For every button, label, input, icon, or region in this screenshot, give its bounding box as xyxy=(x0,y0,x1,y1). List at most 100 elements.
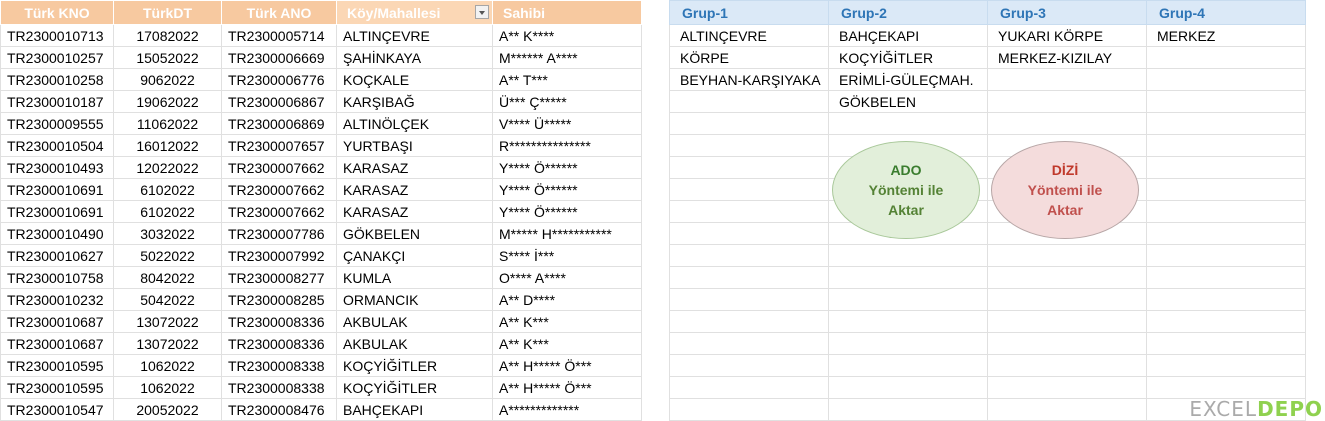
group-cell[interactable] xyxy=(669,134,829,157)
table-cell[interactable]: KOÇKALE xyxy=(336,68,493,91)
table-cell[interactable]: KOÇYİĞİTLER xyxy=(336,354,493,377)
table-cell[interactable]: TR2300009555 xyxy=(0,112,114,135)
group-cell[interactable] xyxy=(987,112,1147,135)
table-cell[interactable]: TR2300010232 xyxy=(0,288,114,311)
table-cell[interactable]: KARASAZ xyxy=(336,200,493,223)
table-cell[interactable]: A** K*** xyxy=(492,310,642,333)
group-cell[interactable]: BAHÇEKAPI xyxy=(828,24,988,47)
table-cell[interactable]: TR2300010257 xyxy=(0,46,114,69)
table-cell[interactable]: TR2300006869 xyxy=(221,112,337,135)
table-cell[interactable]: 13072022 xyxy=(113,332,222,355)
table-cell[interactable]: ORMANCIK xyxy=(336,288,493,311)
table-cell[interactable]: 5042022 xyxy=(113,288,222,311)
table-cell[interactable]: 9062022 xyxy=(113,68,222,91)
table-cell[interactable]: KARASAZ xyxy=(336,178,493,201)
group-cell[interactable] xyxy=(987,354,1147,377)
table-cell[interactable]: YURTBAŞI xyxy=(336,134,493,157)
group-cell[interactable] xyxy=(1146,222,1306,245)
group-cell[interactable] xyxy=(987,398,1147,421)
header-grup-4[interactable]: Grup-4 xyxy=(1146,0,1306,25)
group-cell[interactable] xyxy=(987,376,1147,399)
table-cell[interactable]: TR2300007992 xyxy=(221,244,337,267)
group-cell[interactable] xyxy=(828,332,988,355)
group-cell[interactable]: YUKARI KÖRPE xyxy=(987,24,1147,47)
table-cell[interactable]: TR2300010595 xyxy=(0,376,114,399)
table-cell[interactable]: TR2300010691 xyxy=(0,178,114,201)
header-grup-2[interactable]: Grup-2 xyxy=(828,0,988,25)
ado-transfer-button[interactable]: ADO Yöntemi ile Aktar xyxy=(832,141,980,239)
group-cell[interactable] xyxy=(828,266,988,289)
table-cell[interactable]: TR2300008476 xyxy=(221,398,337,421)
table-cell[interactable]: TR2300010258 xyxy=(0,68,114,91)
table-cell[interactable]: 6102022 xyxy=(113,200,222,223)
table-cell[interactable]: A** H***** Ö*** xyxy=(492,376,642,399)
table-cell[interactable]: 5022022 xyxy=(113,244,222,267)
group-cell[interactable] xyxy=(1146,244,1306,267)
table-cell[interactable]: TR2300010187 xyxy=(0,90,114,113)
table-cell[interactable]: ALTINÇEVRE xyxy=(336,24,493,47)
table-cell[interactable]: 11062022 xyxy=(113,112,222,135)
group-cell[interactable] xyxy=(828,376,988,399)
table-cell[interactable]: A** D**** xyxy=(492,288,642,311)
group-cell[interactable]: ERİMLİ-GÜLEÇMAH. xyxy=(828,68,988,91)
group-cell[interactable] xyxy=(828,288,988,311)
group-cell[interactable]: MERKEZ xyxy=(1146,24,1306,47)
group-cell[interactable]: ALTINÇEVRE xyxy=(669,24,829,47)
table-cell[interactable]: TR2300006867 xyxy=(221,90,337,113)
table-cell[interactable]: R*************** xyxy=(492,134,642,157)
group-cell[interactable] xyxy=(669,332,829,355)
table-cell[interactable]: TR2300008338 xyxy=(221,354,337,377)
table-cell[interactable]: TR2300008336 xyxy=(221,310,337,333)
table-cell[interactable]: 19062022 xyxy=(113,90,222,113)
group-cell[interactable] xyxy=(669,244,829,267)
header-turk-kno[interactable]: Türk KNO xyxy=(0,0,114,25)
table-cell[interactable]: TR2300005714 xyxy=(221,24,337,47)
dizi-transfer-button[interactable]: DİZİ Yöntemi ile Aktar xyxy=(991,141,1139,239)
group-cell[interactable] xyxy=(987,90,1147,113)
group-cell[interactable] xyxy=(1146,266,1306,289)
group-cell[interactable] xyxy=(669,222,829,245)
group-cell[interactable] xyxy=(1146,90,1306,113)
table-cell[interactable]: TR2300010758 xyxy=(0,266,114,289)
table-cell[interactable]: A** K**** xyxy=(492,24,642,47)
table-cell[interactable]: TR2300010691 xyxy=(0,200,114,223)
group-cell[interactable] xyxy=(669,398,829,421)
table-cell[interactable]: TR2300007662 xyxy=(221,200,337,223)
group-cell[interactable] xyxy=(669,156,829,179)
table-cell[interactable]: TR2300010713 xyxy=(0,24,114,47)
header-grup-3[interactable]: Grup-3 xyxy=(987,0,1147,25)
group-cell[interactable]: BEYHAN-KARŞIYAKA xyxy=(669,68,829,91)
group-cell[interactable] xyxy=(987,68,1147,91)
group-cell[interactable]: KOÇYİĞİTLER xyxy=(828,46,988,69)
table-cell[interactable]: KUMLA xyxy=(336,266,493,289)
table-cell[interactable]: TR2300008338 xyxy=(221,376,337,399)
table-cell[interactable]: M***** H*********** xyxy=(492,222,642,245)
header-sahibi[interactable]: Sahibi xyxy=(492,0,642,25)
table-cell[interactable]: A** T*** xyxy=(492,68,642,91)
group-cell[interactable] xyxy=(669,90,829,113)
group-cell[interactable] xyxy=(669,178,829,201)
group-cell[interactable] xyxy=(1146,46,1306,69)
table-cell[interactable]: KARŞIBAĞ xyxy=(336,90,493,113)
group-cell[interactable] xyxy=(669,310,829,333)
group-cell[interactable] xyxy=(1146,376,1306,399)
table-cell[interactable]: AKBULAK xyxy=(336,310,493,333)
table-cell[interactable]: 17082022 xyxy=(113,24,222,47)
table-cell[interactable]: KOÇYİĞİTLER xyxy=(336,376,493,399)
table-cell[interactable]: V**** Ü***** xyxy=(492,112,642,135)
table-cell[interactable]: ÇANAKÇI xyxy=(336,244,493,267)
group-cell[interactable] xyxy=(987,310,1147,333)
group-cell[interactable] xyxy=(987,288,1147,311)
group-cell[interactable]: GÖKBELEN xyxy=(828,90,988,113)
table-cell[interactable]: TR2300006776 xyxy=(221,68,337,91)
table-cell[interactable]: TR2300007662 xyxy=(221,178,337,201)
table-cell[interactable]: 1062022 xyxy=(113,376,222,399)
table-cell[interactable]: 16012022 xyxy=(113,134,222,157)
table-cell[interactable]: 1062022 xyxy=(113,354,222,377)
group-cell[interactable] xyxy=(1146,134,1306,157)
table-cell[interactable]: 6102022 xyxy=(113,178,222,201)
header-grup-1[interactable]: Grup-1 xyxy=(669,0,829,25)
group-cell[interactable] xyxy=(669,266,829,289)
table-cell[interactable]: Ü*** Ç***** xyxy=(492,90,642,113)
table-cell[interactable]: 12022022 xyxy=(113,156,222,179)
